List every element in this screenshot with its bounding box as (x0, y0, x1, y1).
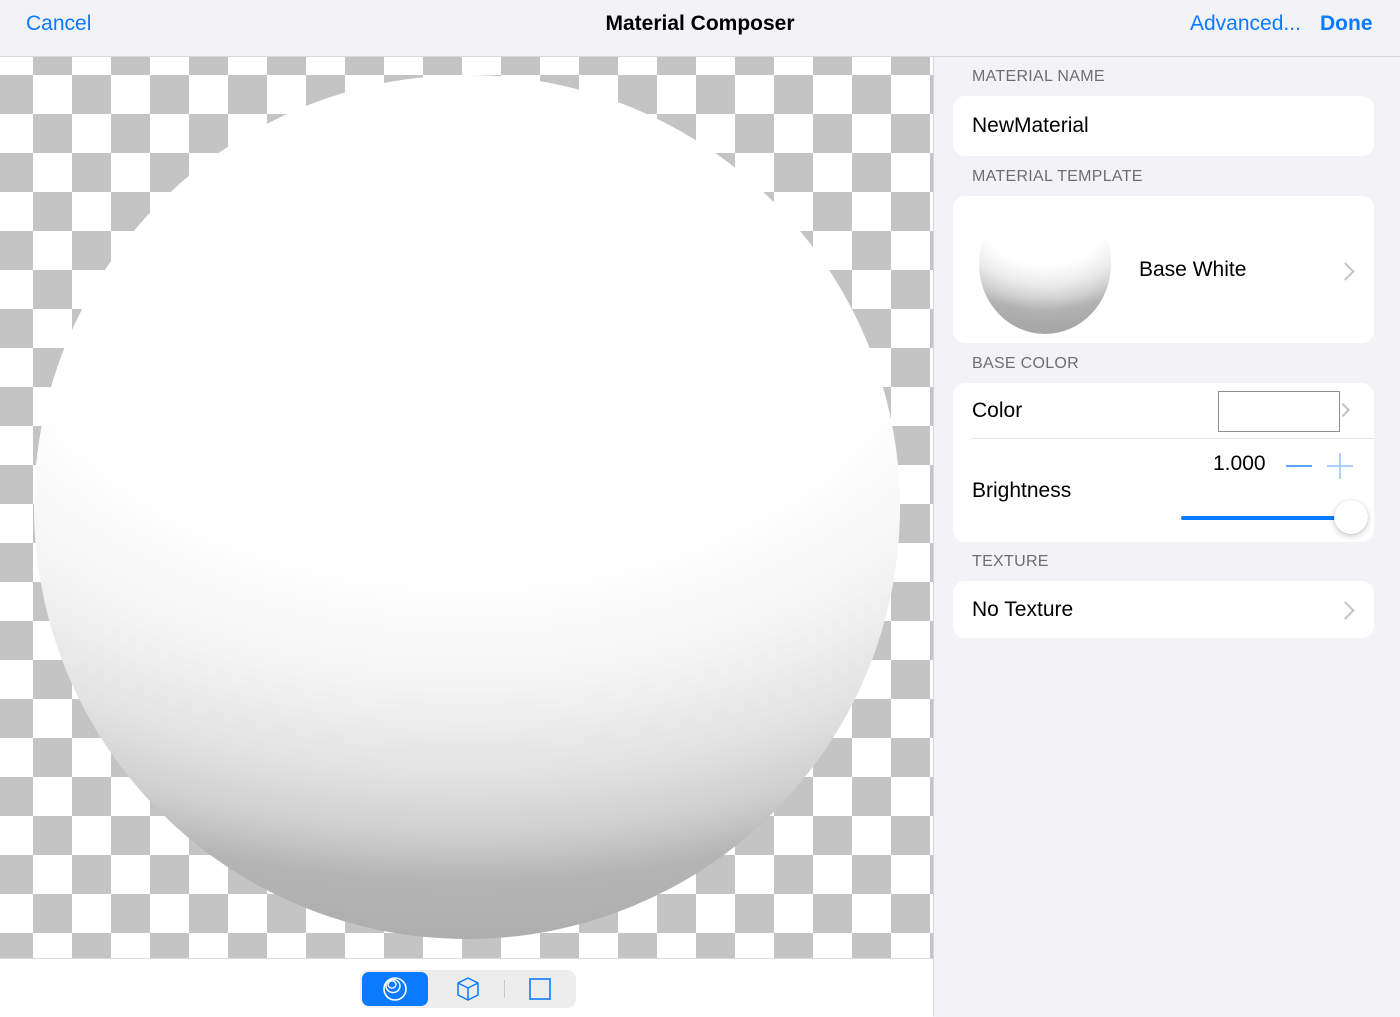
segment-cube[interactable] (435, 972, 501, 1006)
cancel-button[interactable]: Cancel (26, 12, 91, 36)
material-name-field[interactable]: NewMaterial (972, 114, 1089, 138)
template-thumbnail (979, 198, 1111, 334)
row-separator (972, 438, 1374, 439)
texture-row[interactable]: No Texture (953, 581, 1374, 638)
chevron-right-icon (1336, 262, 1355, 281)
done-button[interactable]: Done (1320, 12, 1373, 36)
preview-sphere[interactable] (34, 75, 900, 939)
material-preview-viewport[interactable] (0, 57, 933, 958)
sphere-icon (383, 977, 407, 1001)
material-template-row[interactable]: Base White (953, 196, 1374, 343)
brightness-value: 1.000 (1213, 452, 1266, 475)
segment-sphere[interactable] (362, 972, 428, 1006)
color-label: Color (972, 399, 1023, 422)
cube-icon (457, 977, 479, 1001)
section-header-base-color: BASE COLOR (972, 355, 1080, 372)
segment-plane[interactable] (507, 972, 573, 1006)
section-header-material-name: MATERIAL NAME (972, 68, 1105, 85)
texture-value: No Texture (972, 598, 1074, 621)
color-swatch[interactable] (1218, 391, 1340, 432)
preview-toolbar (0, 958, 933, 1017)
material-name-card: NewMaterial (953, 96, 1374, 156)
section-header-texture: TEXTURE (972, 553, 1049, 570)
base-color-card: Color 1.000 Brightness (953, 383, 1374, 542)
brightness-slider[interactable] (1181, 500, 1368, 534)
template-name: Base White (1139, 258, 1247, 281)
navigation-bar: Cancel Material Composer Advanced... Don… (0, 0, 1400, 57)
brightness-label: Brightness (972, 479, 1072, 502)
slider-fill (1181, 516, 1351, 520)
preview-shape-segmented-control (360, 970, 576, 1008)
section-header-material-template: MATERIAL TEMPLATE (972, 168, 1143, 185)
slider-thumb[interactable] (1334, 500, 1368, 534)
square-icon (529, 978, 551, 1000)
segment-separator (504, 980, 505, 998)
material-settings-panel: MATERIAL NAME NewMaterial MATERIAL TEMPL… (934, 57, 1400, 1016)
advanced-button[interactable]: Advanced... (1190, 12, 1301, 36)
decrement-button[interactable] (1286, 465, 1312, 467)
chevron-right-icon (1336, 601, 1355, 620)
increment-button[interactable] (1327, 453, 1353, 479)
